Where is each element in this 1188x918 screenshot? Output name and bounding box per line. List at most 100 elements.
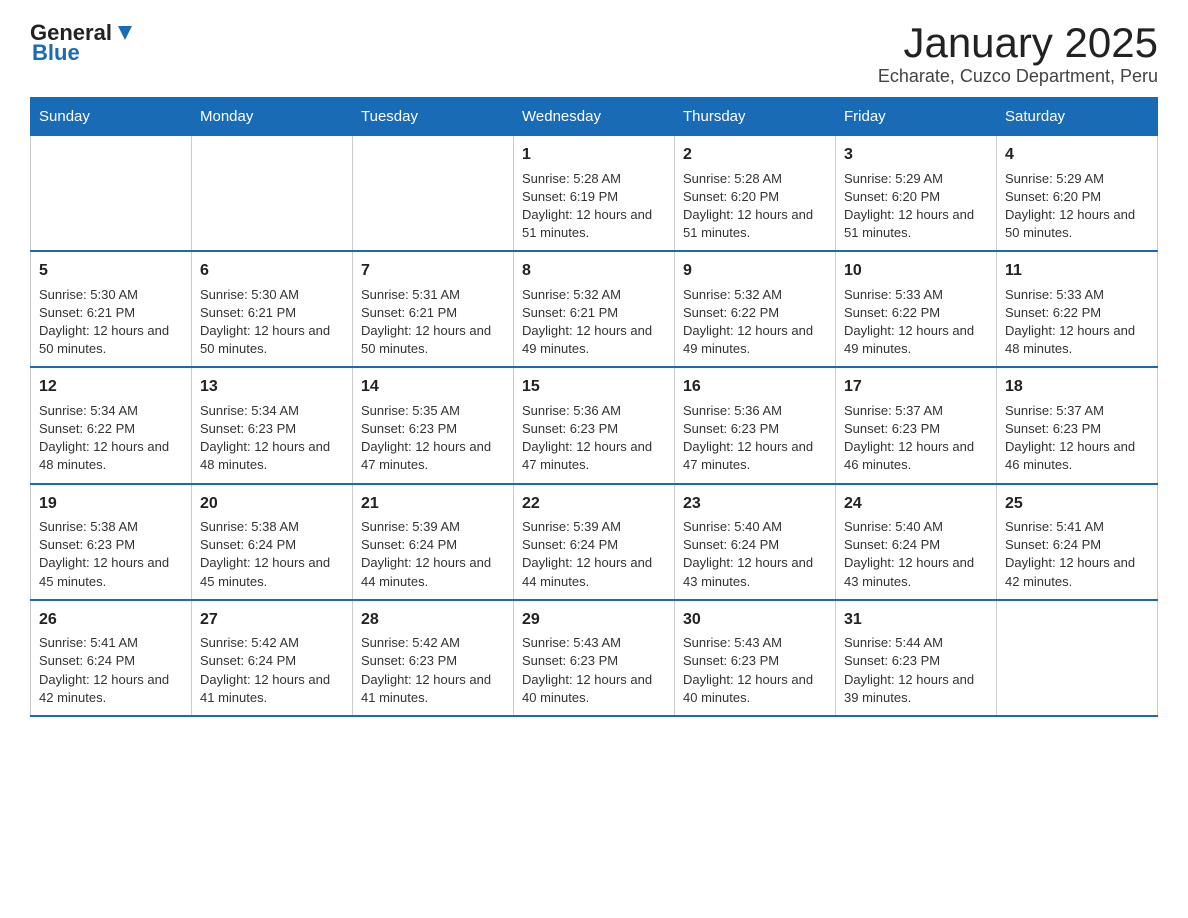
day-number: 6 [200, 260, 344, 282]
day-info: Sunrise: 5:44 AMSunset: 6:23 PMDaylight:… [844, 634, 988, 707]
day-info: Sunrise: 5:37 AMSunset: 6:23 PMDaylight:… [844, 402, 988, 475]
logo-triangle-icon [114, 22, 136, 44]
calendar-cell: 23 Sunrise: 5:40 AMSunset: 6:24 PMDayligh… [675, 484, 836, 600]
day-info: Sunrise: 5:40 AMSunset: 6:24 PMDaylight:… [844, 518, 988, 591]
header-day-thursday: Thursday [675, 98, 836, 136]
day-number: 26 [39, 609, 183, 631]
calendar-cell [997, 600, 1158, 716]
day-number: 9 [683, 260, 827, 282]
page-title: January 2025 [878, 20, 1158, 66]
day-number: 18 [1005, 376, 1149, 398]
header-day-tuesday: Tuesday [353, 98, 514, 136]
day-number: 25 [1005, 493, 1149, 515]
page-subtitle: Echarate, Cuzco Department, Peru [878, 66, 1158, 87]
calendar-cell: 20 Sunrise: 5:38 AMSunset: 6:24 PMDayligh… [192, 484, 353, 600]
calendar-cell: 18 Sunrise: 5:37 AMSunset: 6:23 PMDayligh… [997, 367, 1158, 483]
day-number: 2 [683, 144, 827, 166]
calendar-week-row: 26 Sunrise: 5:41 AMSunset: 6:24 PMDayligh… [31, 600, 1158, 716]
day-info: Sunrise: 5:30 AMSunset: 6:21 PMDaylight:… [200, 286, 344, 359]
calendar-cell: 26 Sunrise: 5:41 AMSunset: 6:24 PMDayligh… [31, 600, 192, 716]
calendar-cell: 9 Sunrise: 5:32 AMSunset: 6:22 PMDaylight… [675, 251, 836, 367]
calendar-cell: 7 Sunrise: 5:31 AMSunset: 6:21 PMDaylight… [353, 251, 514, 367]
day-number: 30 [683, 609, 827, 631]
calendar-cell: 10Sunrise: 5:33 AMSunset: 6:22 PMDayligh… [836, 251, 997, 367]
calendar-cell: 25 Sunrise: 5:41 AMSunset: 6:24 PMDayligh… [997, 484, 1158, 600]
day-info: Sunrise: 5:28 AMSunset: 6:20 PMDaylight:… [683, 170, 827, 243]
day-number: 31 [844, 609, 988, 631]
calendar-header-row: SundayMondayTuesdayWednesdayThursdayFrid… [31, 98, 1158, 136]
day-info: Sunrise: 5:31 AMSunset: 6:21 PMDaylight:… [361, 286, 505, 359]
calendar-cell: 19 Sunrise: 5:38 AMSunset: 6:23 PMDayligh… [31, 484, 192, 600]
day-info: Sunrise: 5:42 AMSunset: 6:23 PMDaylight:… [361, 634, 505, 707]
day-info: Sunrise: 5:33 AMSunset: 6:22 PMDaylight:… [1005, 286, 1149, 359]
day-number: 19 [39, 493, 183, 515]
day-number: 4 [1005, 144, 1149, 166]
day-number: 14 [361, 376, 505, 398]
day-info: Sunrise: 5:30 AMSunset: 6:21 PMDaylight:… [39, 286, 183, 359]
day-info: Sunrise: 5:42 AMSunset: 6:24 PMDaylight:… [200, 634, 344, 707]
header-day-friday: Friday [836, 98, 997, 136]
calendar-cell: 8 Sunrise: 5:32 AMSunset: 6:21 PMDaylight… [514, 251, 675, 367]
calendar-cell: 1 Sunrise: 5:28 AMSunset: 6:19 PMDaylight… [514, 136, 675, 252]
calendar-cell: 15 Sunrise: 5:36 AMSunset: 6:23 PMDayligh… [514, 367, 675, 483]
calendar-cell: 17Sunrise: 5:37 AMSunset: 6:23 PMDayligh… [836, 367, 997, 483]
calendar-week-row: 5 Sunrise: 5:30 AMSunset: 6:21 PMDaylight… [31, 251, 1158, 367]
header-day-sunday: Sunday [31, 98, 192, 136]
calendar-week-row: 19 Sunrise: 5:38 AMSunset: 6:23 PMDayligh… [31, 484, 1158, 600]
header-day-monday: Monday [192, 98, 353, 136]
day-number: 21 [361, 493, 505, 515]
calendar-cell: 4 Sunrise: 5:29 AMSunset: 6:20 PMDaylight… [997, 136, 1158, 252]
day-number: 12 [39, 376, 183, 398]
day-number: 24 [844, 493, 988, 515]
day-number: 3 [844, 144, 988, 166]
calendar-cell: 16Sunrise: 5:36 AMSunset: 6:23 PMDayligh… [675, 367, 836, 483]
day-info: Sunrise: 5:36 AMSunset: 6:23 PMDaylight:… [522, 402, 666, 475]
logo-blue-text: Blue [32, 40, 80, 66]
day-info: Sunrise: 5:29 AMSunset: 6:20 PMDaylight:… [1005, 170, 1149, 243]
day-info: Sunrise: 5:38 AMSunset: 6:23 PMDaylight:… [39, 518, 183, 591]
day-info: Sunrise: 5:32 AMSunset: 6:21 PMDaylight:… [522, 286, 666, 359]
calendar-cell: 30Sunrise: 5:43 AMSunset: 6:23 PMDayligh… [675, 600, 836, 716]
day-info: Sunrise: 5:32 AMSunset: 6:22 PMDaylight:… [683, 286, 827, 359]
calendar-table: SundayMondayTuesdayWednesdayThursdayFrid… [30, 97, 1158, 717]
day-info: Sunrise: 5:29 AMSunset: 6:20 PMDaylight:… [844, 170, 988, 243]
header-day-saturday: Saturday [997, 98, 1158, 136]
day-info: Sunrise: 5:41 AMSunset: 6:24 PMDaylight:… [1005, 518, 1149, 591]
day-number: 23 [683, 493, 827, 515]
page-header: General Blue January 2025 Echarate, Cuzc… [30, 20, 1158, 87]
day-number: 7 [361, 260, 505, 282]
day-info: Sunrise: 5:34 AMSunset: 6:22 PMDaylight:… [39, 402, 183, 475]
calendar-cell [192, 136, 353, 252]
day-info: Sunrise: 5:38 AMSunset: 6:24 PMDaylight:… [200, 518, 344, 591]
calendar-cell: 2 Sunrise: 5:28 AMSunset: 6:20 PMDaylight… [675, 136, 836, 252]
day-info: Sunrise: 5:39 AMSunset: 6:24 PMDaylight:… [522, 518, 666, 591]
calendar-week-row: 1 Sunrise: 5:28 AMSunset: 6:19 PMDaylight… [31, 136, 1158, 252]
day-number: 16 [683, 376, 827, 398]
calendar-cell: 3 Sunrise: 5:29 AMSunset: 6:20 PMDaylight… [836, 136, 997, 252]
day-info: Sunrise: 5:28 AMSunset: 6:19 PMDaylight:… [522, 170, 666, 243]
calendar-cell [353, 136, 514, 252]
day-number: 13 [200, 376, 344, 398]
day-info: Sunrise: 5:37 AMSunset: 6:23 PMDaylight:… [1005, 402, 1149, 475]
day-number: 22 [522, 493, 666, 515]
day-number: 11 [1005, 260, 1149, 282]
day-number: 8 [522, 260, 666, 282]
day-info: Sunrise: 5:40 AMSunset: 6:24 PMDaylight:… [683, 518, 827, 591]
day-number: 20 [200, 493, 344, 515]
day-number: 15 [522, 376, 666, 398]
calendar-cell: 24 Sunrise: 5:40 AMSunset: 6:24 PMDayligh… [836, 484, 997, 600]
calendar-cell: 6 Sunrise: 5:30 AMSunset: 6:21 PMDaylight… [192, 251, 353, 367]
calendar-cell: 28Sunrise: 5:42 AMSunset: 6:23 PMDayligh… [353, 600, 514, 716]
day-number: 29 [522, 609, 666, 631]
calendar-cell: 29 Sunrise: 5:43 AMSunset: 6:23 PMDayligh… [514, 600, 675, 716]
calendar-cell: 14Sunrise: 5:35 AMSunset: 6:23 PMDayligh… [353, 367, 514, 483]
calendar-cell: 22 Sunrise: 5:39 AMSunset: 6:24 PMDayligh… [514, 484, 675, 600]
calendar-week-row: 12 Sunrise: 5:34 AMSunset: 6:22 PMDayligh… [31, 367, 1158, 483]
day-info: Sunrise: 5:43 AMSunset: 6:23 PMDaylight:… [522, 634, 666, 707]
title-block: January 2025 Echarate, Cuzco Department,… [878, 20, 1158, 87]
calendar-cell: 13Sunrise: 5:34 AMSunset: 6:23 PMDayligh… [192, 367, 353, 483]
day-number: 5 [39, 260, 183, 282]
day-info: Sunrise: 5:41 AMSunset: 6:24 PMDaylight:… [39, 634, 183, 707]
day-number: 1 [522, 144, 666, 166]
calendar-cell: 27Sunrise: 5:42 AMSunset: 6:24 PMDayligh… [192, 600, 353, 716]
